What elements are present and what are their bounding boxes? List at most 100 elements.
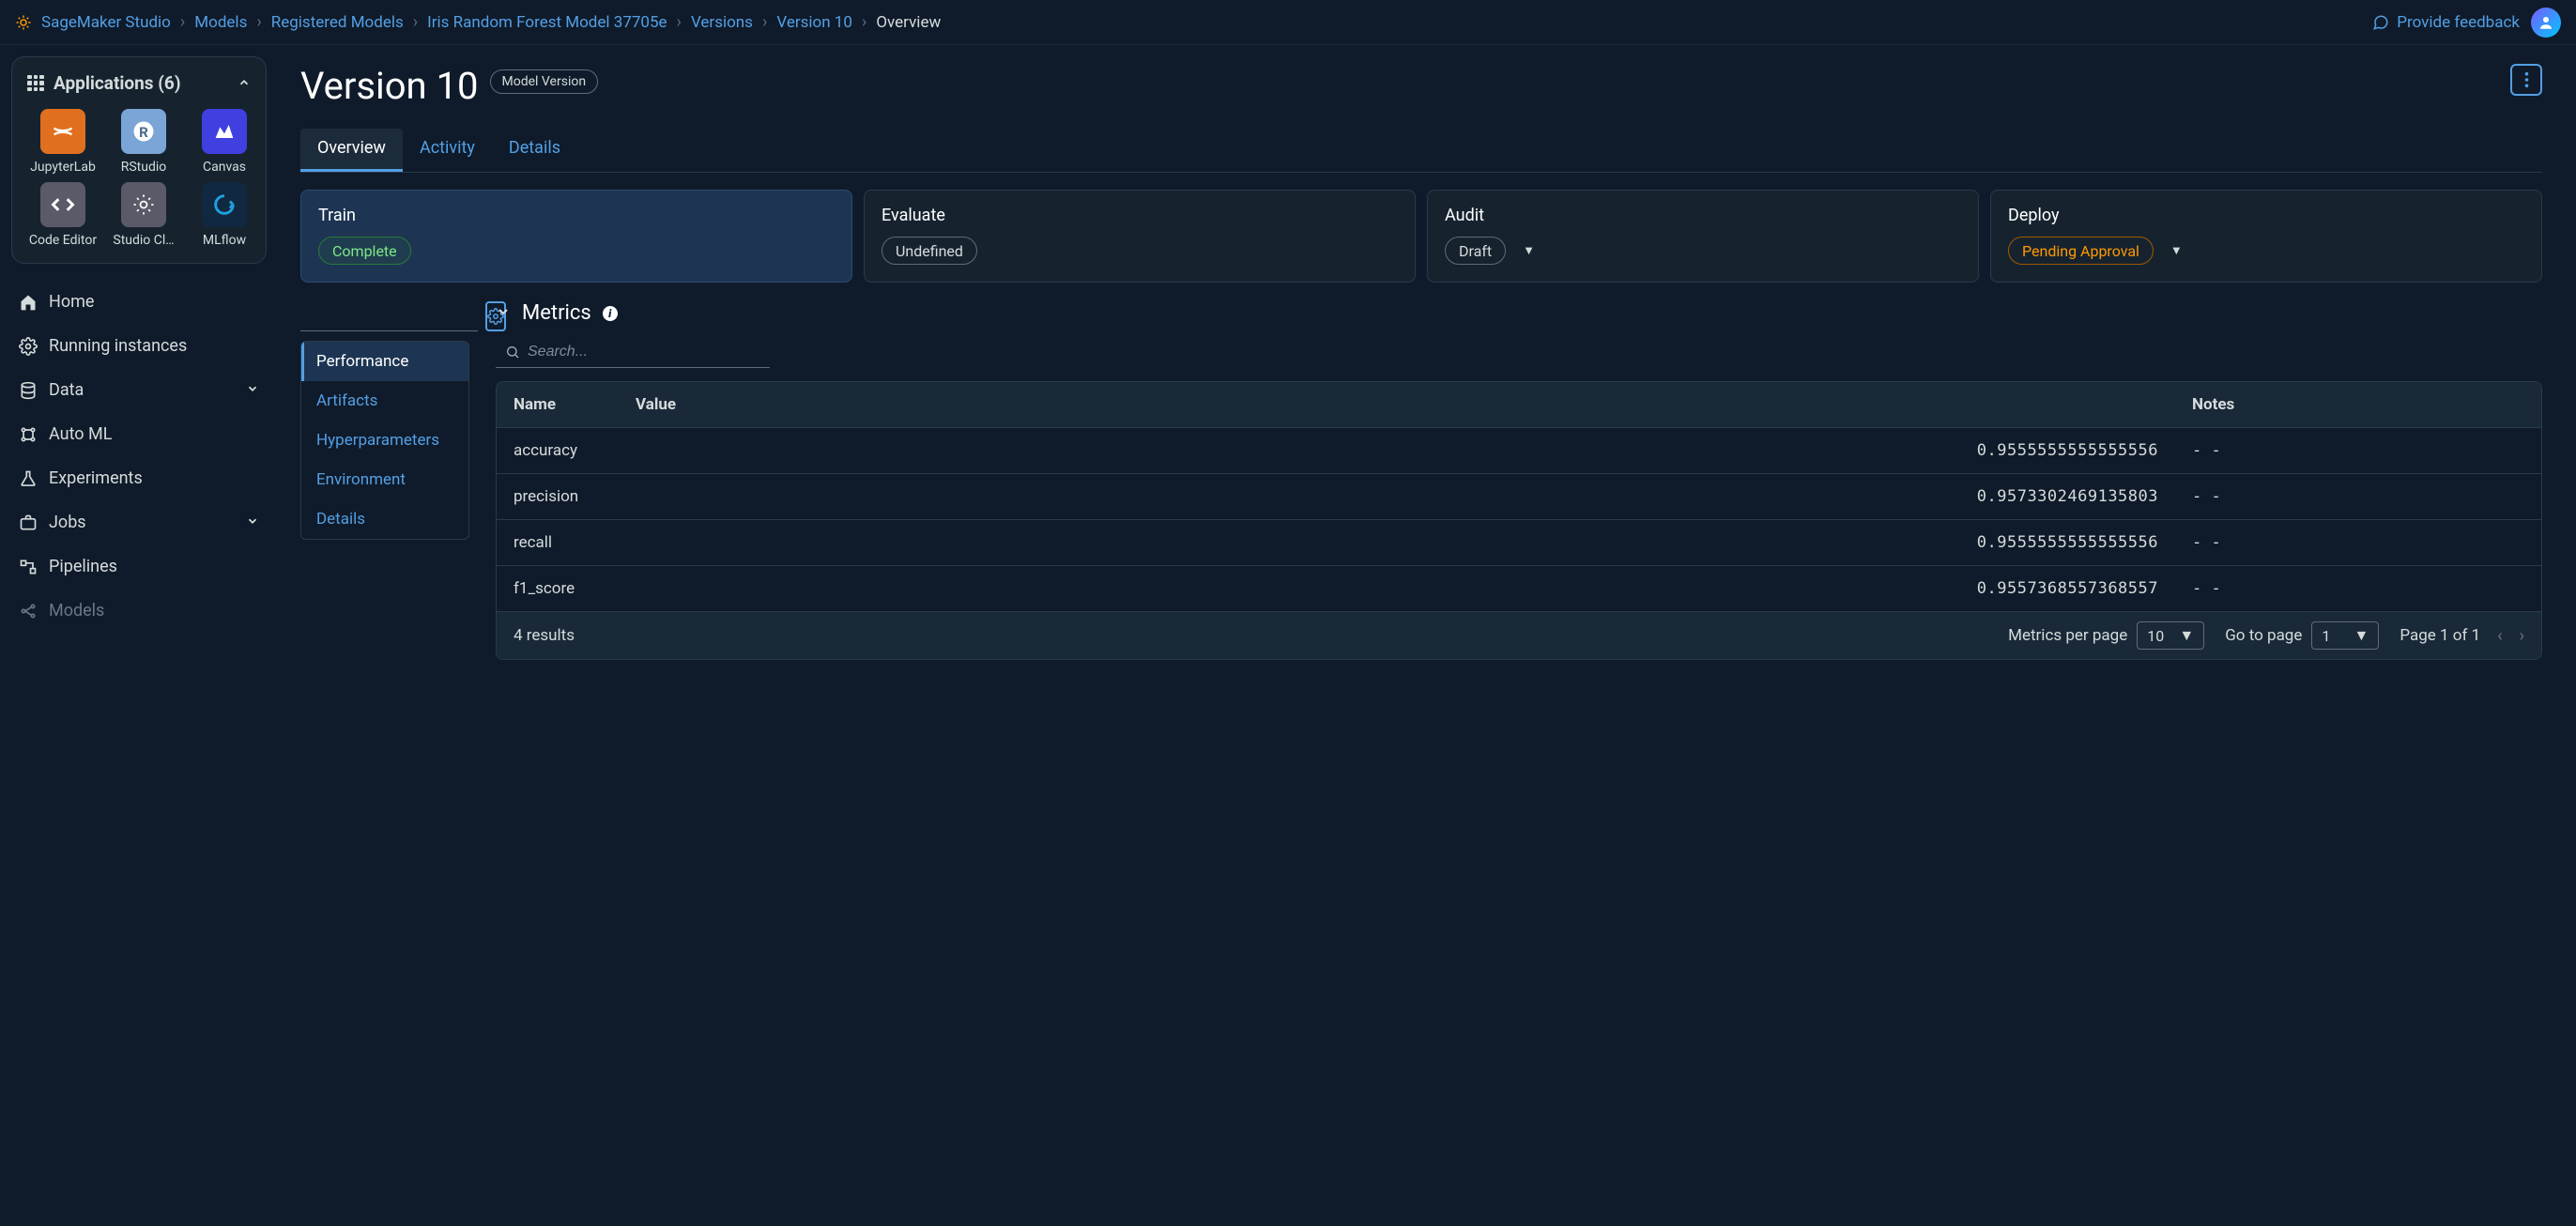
- status-dropdown[interactable]: Pending Approval ▼: [2008, 237, 2183, 265]
- stage-audit[interactable]: Audit Draft ▼: [1427, 190, 1979, 283]
- subnav-artifacts[interactable]: Artifacts: [301, 381, 468, 421]
- automl-icon: [19, 425, 38, 444]
- models-icon: [19, 602, 38, 621]
- status-badge: Complete: [318, 237, 411, 265]
- metric-name: accuracy: [497, 428, 619, 473]
- metric-value: 0.9555555555555556: [619, 520, 2175, 565]
- sidebar-item-experiments[interactable]: Experiments: [11, 457, 267, 499]
- actions-menu-button[interactable]: [2510, 64, 2542, 96]
- subnav-details[interactable]: Details: [301, 499, 468, 539]
- metric-notes: - -: [2175, 474, 2541, 519]
- breadcrumb-link[interactable]: SageMaker Studio: [41, 13, 171, 32]
- results-count: 4 results: [514, 626, 1987, 645]
- app-studio-classic[interactable]: Studio Cl…: [106, 182, 181, 248]
- tab-details[interactable]: Details: [492, 129, 577, 172]
- per-page-control: Metrics per page 10▼: [2008, 621, 2204, 650]
- breadcrumb-link[interactable]: Version 10: [776, 13, 852, 32]
- column-header-notes[interactable]: Notes: [2175, 382, 2541, 427]
- status-dropdown[interactable]: Draft ▼: [1445, 237, 1535, 265]
- app-rstudio[interactable]: R RStudio: [106, 109, 181, 175]
- metric-notes: - -: [2175, 428, 2541, 473]
- chat-icon: [2372, 14, 2389, 31]
- page-nav: Page 1 of 1 ‹ ›: [2400, 626, 2524, 646]
- goto-page-control: Go to page 1▼: [2225, 621, 2379, 650]
- stage-name: Evaluate: [882, 206, 1398, 225]
- app-code-editor[interactable]: Code Editor: [25, 182, 100, 248]
- breadcrumb-link[interactable]: Versions: [691, 13, 753, 32]
- filter-input[interactable]: [300, 301, 478, 331]
- briefcase-icon: [19, 513, 38, 532]
- stage-evaluate[interactable]: Evaluate Undefined: [864, 190, 1416, 283]
- app-jupyterlab[interactable]: JupyterLab: [25, 109, 100, 175]
- app-label: RStudio: [106, 160, 181, 175]
- tab-activity[interactable]: Activity: [403, 129, 492, 172]
- chevron-right-icon: ›: [677, 12, 682, 32]
- breadcrumb-link[interactable]: Iris Random Forest Model 37705e: [427, 13, 667, 32]
- metric-value: 0.9557368557368557: [619, 566, 2175, 611]
- prev-page-button[interactable]: ‹: [2497, 626, 2502, 646]
- app-label: JupyterLab: [25, 160, 100, 175]
- sidebar-item-home[interactable]: Home: [11, 281, 267, 323]
- metric-value: 0.9555555555555556: [619, 428, 2175, 473]
- app-mlflow[interactable]: MLflow: [187, 182, 262, 248]
- metric-name: precision: [497, 474, 619, 519]
- sidebar-item-jobs[interactable]: Jobs: [11, 501, 267, 544]
- code-editor-icon: [40, 182, 85, 227]
- stage-deploy[interactable]: Deploy Pending Approval ▼: [1990, 190, 2542, 283]
- subnav-hyperparameters[interactable]: Hyperparameters: [301, 421, 468, 460]
- table-row: accuracy 0.9555555555555556 - -: [497, 427, 2541, 473]
- breadcrumb: SageMaker Studio › Models › Registered M…: [15, 12, 2361, 32]
- sidebar-item-running-instances[interactable]: Running instances: [11, 325, 267, 367]
- stage-name: Audit: [1445, 206, 1961, 225]
- section-title: Metrics: [522, 301, 591, 325]
- applications-toggle[interactable]: Applications (6): [25, 69, 253, 98]
- metrics-search[interactable]: [496, 336, 770, 368]
- sidebar-item-auto-ml[interactable]: Auto ML: [11, 413, 267, 455]
- app-label: Code Editor: [25, 233, 100, 248]
- metrics-header[interactable]: Metrics i: [496, 301, 2542, 325]
- stage-train[interactable]: Train Complete: [300, 190, 852, 283]
- mlflow-icon: [202, 182, 247, 227]
- caret-down-icon: ▼: [1523, 243, 1535, 258]
- pipeline-icon: [19, 558, 38, 576]
- breadcrumb-link[interactable]: Models: [194, 13, 247, 32]
- flask-icon: [19, 469, 38, 488]
- page-indicator: Page 1 of 1: [2400, 626, 2480, 645]
- feedback-label: Provide feedback: [2397, 13, 2520, 32]
- chevron-right-icon: ›: [762, 12, 767, 32]
- search-input[interactable]: [528, 344, 770, 360]
- subnav-performance[interactable]: Performance: [301, 342, 468, 381]
- sidebar-item-data[interactable]: Data: [11, 369, 267, 411]
- goto-page-select[interactable]: 1▼: [2311, 621, 2379, 650]
- next-page-button[interactable]: ›: [2520, 626, 2524, 646]
- table-row: f1_score 0.9557368557368557 - -: [497, 565, 2541, 611]
- sidebar-item-label: Data: [49, 380, 84, 400]
- sidebar-item-pipelines[interactable]: Pipelines: [11, 545, 267, 588]
- profile-avatar[interactable]: [2531, 8, 2561, 38]
- sidebar-item-label: Auto ML: [49, 424, 112, 444]
- grip-icon: [27, 75, 44, 92]
- column-header-value[interactable]: Value: [619, 382, 2175, 427]
- subnav: Performance Artifacts Hyperparameters En…: [300, 341, 469, 540]
- tab-overview[interactable]: Overview: [300, 129, 403, 172]
- chevron-right-icon: ›: [180, 12, 185, 32]
- sidebar-item-label: Models: [49, 601, 104, 621]
- per-page-label: Metrics per page: [2008, 626, 2127, 645]
- caret-down-icon: ▼: [2170, 243, 2183, 258]
- sidebar-item-models[interactable]: Models: [11, 590, 267, 632]
- app-canvas[interactable]: Canvas: [187, 109, 262, 175]
- chevron-right-icon: ›: [256, 12, 261, 32]
- svg-text:R: R: [139, 124, 148, 141]
- column-header-name[interactable]: Name: [497, 382, 619, 427]
- provide-feedback-link[interactable]: Provide feedback: [2372, 13, 2520, 32]
- app-label: Studio Cl…: [106, 233, 181, 248]
- status-badge: Undefined: [882, 237, 977, 265]
- stage-name: Train: [318, 206, 835, 225]
- subnav-environment[interactable]: Environment: [301, 460, 468, 499]
- user-icon: [2538, 14, 2554, 31]
- breadcrumb-link[interactable]: Registered Models: [271, 13, 404, 32]
- metric-value: 0.9573302469135803: [619, 474, 2175, 519]
- chevron-down-icon: [246, 380, 259, 400]
- per-page-select[interactable]: 10▼: [2137, 621, 2204, 650]
- info-icon[interactable]: i: [603, 306, 618, 321]
